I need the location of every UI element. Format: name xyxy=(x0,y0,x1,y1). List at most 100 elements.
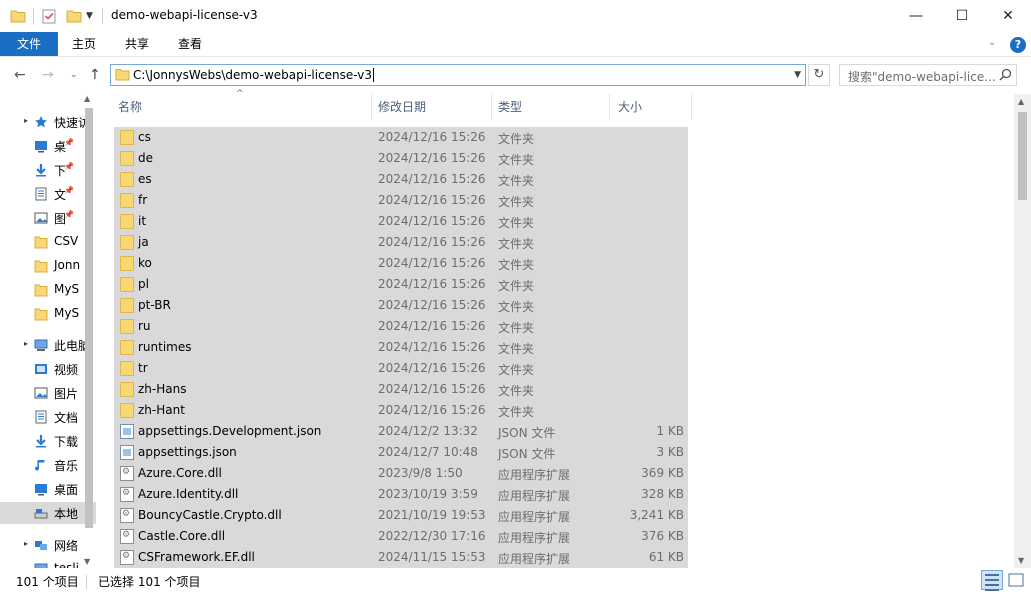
file-name: tr xyxy=(138,361,148,375)
address-history-chevron-icon[interactable]: ▼ xyxy=(794,70,801,80)
pin-icon: 📌 xyxy=(64,210,74,219)
status-bar: 101 个项目 已选择 101 个项目 xyxy=(0,570,1031,594)
minimize-button[interactable]: — xyxy=(893,0,939,32)
expand-ribbon-chevron-icon[interactable]: ⌄ xyxy=(988,37,996,48)
close-button[interactable]: ✕ xyxy=(985,0,1031,32)
file-row[interactable]: Castle.Core.dll 2022/12/30 17:16 应用程序扩展 376… xyxy=(114,526,688,547)
expand-chevron-icon[interactable]: ▸ xyxy=(24,116,28,125)
expand-chevron-icon[interactable]: ▸ xyxy=(24,539,28,548)
file-type: 文件夹 xyxy=(498,342,535,356)
scroll-down-arrow-icon[interactable]: ▼ xyxy=(1018,556,1024,565)
address-path[interactable]: C:\JonnysWebs\demo-webapi-license-v3 xyxy=(133,68,372,82)
help-icon[interactable]: ? xyxy=(1010,37,1026,53)
file-name: fr xyxy=(138,193,148,207)
properties-icon[interactable] xyxy=(42,7,56,25)
file-name: zh-Hant xyxy=(138,403,185,417)
details-view-button[interactable] xyxy=(981,570,1003,591)
file-row[interactable]: BouncyCastle.Crypto.dll 2021/10/19 19:53 应… xyxy=(114,505,688,526)
column-header-name[interactable]: 名称 xyxy=(110,94,372,120)
file-row[interactable]: Azure.Identity.dll 2023/10/19 3:59 应用程序扩展 3… xyxy=(114,484,688,505)
file-row[interactable]: cs 2024/12/16 15:26 文件夹 xyxy=(114,127,688,148)
scrollbar-thumb[interactable] xyxy=(1018,112,1027,200)
file-name: ja xyxy=(138,235,149,249)
folder-icon[interactable] xyxy=(10,7,26,25)
file-row[interactable]: ko 2024/12/16 15:26 文件夹 xyxy=(114,253,688,274)
address-bar[interactable]: C:\JonnysWebs\demo-webapi-license-v3 ▼ xyxy=(110,64,806,86)
file-row[interactable]: zh-Hant 2024/12/16 15:26 文件夹 xyxy=(114,400,688,421)
navigation-pane-scrollbar[interactable]: ▲ ▼ xyxy=(82,94,96,568)
file-size: 376 KB xyxy=(641,529,684,543)
folder-icon xyxy=(120,277,134,292)
scroll-up-arrow-icon[interactable]: ▲ xyxy=(84,94,90,103)
file-row[interactable]: es 2024/12/16 15:26 文件夹 xyxy=(114,169,688,190)
tab-home[interactable]: 主页 xyxy=(62,32,106,56)
file-type: 文件夹 xyxy=(498,405,535,419)
tab-view[interactable]: 查看 xyxy=(168,32,212,56)
customize-toolbar-chevron-icon[interactable]: ▼ xyxy=(86,7,93,25)
file-row[interactable]: appsettings.Development.json 2024/12/2 13… xyxy=(114,421,688,442)
file-row[interactable]: fr 2024/12/16 15:26 文件夹 xyxy=(114,190,688,211)
pin-icon: 📌 xyxy=(64,162,74,171)
tab-file[interactable]: 文件 xyxy=(0,32,58,56)
file-list-scrollbar[interactable]: ▲ ▼ xyxy=(1014,94,1031,568)
file-row[interactable]: pt-BR 2024/12/16 15:26 文件夹 xyxy=(114,295,688,316)
file-type: 文件夹 xyxy=(498,300,535,314)
file-type: 文件夹 xyxy=(498,216,535,230)
forward-arrow-icon[interactable]: → xyxy=(42,67,54,83)
sidebar-item-label: 音乐 xyxy=(54,459,79,473)
file-type: JSON 文件 xyxy=(498,447,556,461)
file-date: 2022/12/30 17:16 xyxy=(378,529,486,543)
file-row[interactable]: ja 2024/12/16 15:26 文件夹 xyxy=(114,232,688,253)
dll-file-icon xyxy=(120,529,134,544)
new-folder-icon[interactable] xyxy=(66,7,82,25)
column-header-date[interactable]: 修改日期 xyxy=(372,94,492,120)
expand-chevron-icon[interactable]: ▸ xyxy=(24,339,28,348)
large-icons-view-button[interactable] xyxy=(1005,570,1027,590)
file-row[interactable]: de 2024/12/16 15:26 文件夹 xyxy=(114,148,688,169)
folder-icon xyxy=(120,235,134,250)
file-date: 2024/12/16 15:26 xyxy=(378,403,486,417)
file-name: appsettings.Development.json xyxy=(138,424,322,438)
file-size: 369 KB xyxy=(641,466,684,480)
file-row[interactable]: ru 2024/12/16 15:26 文件夹 xyxy=(114,316,688,337)
selected-count: 已选择 101 个项目 xyxy=(98,575,201,589)
search-input[interactable]: 搜索"demo-webapi-lice... xyxy=(848,68,996,85)
file-row[interactable]: runtimes 2024/12/16 15:26 文件夹 xyxy=(114,337,688,358)
file-row[interactable]: CSFramework.EF.dll 2024/11/15 15:53 应用程序扩展… xyxy=(114,547,688,568)
tab-share[interactable]: 共享 xyxy=(115,32,159,56)
file-type: 文件夹 xyxy=(498,195,535,209)
sidebar-item-label: 文档 xyxy=(54,411,79,425)
column-header-size[interactable]: 大小 xyxy=(610,94,692,120)
file-row[interactable]: Azure.Core.dll 2023/9/8 1:50 应用程序扩展 369 KB xyxy=(114,463,688,484)
folder-icon xyxy=(34,307,48,321)
folder-icon xyxy=(34,259,48,273)
file-row[interactable]: tr 2024/12/16 15:26 文件夹 xyxy=(114,358,688,379)
scroll-down-arrow-icon[interactable]: ▼ xyxy=(84,557,90,566)
close-icon: ✕ xyxy=(1002,8,1014,24)
file-row[interactable]: it 2024/12/16 15:26 文件夹 xyxy=(114,211,688,232)
file-type: 文件夹 xyxy=(498,132,535,146)
refresh-button[interactable]: ↻ xyxy=(808,64,830,86)
scroll-up-arrow-icon[interactable]: ▲ xyxy=(1018,97,1024,106)
file-type: 文件夹 xyxy=(498,279,535,293)
desktop-icon xyxy=(34,482,48,496)
sidebar-item-label: CSV xyxy=(54,234,79,248)
file-name: pl xyxy=(138,277,149,291)
up-arrow-icon[interactable]: ↑ xyxy=(89,67,101,83)
recent-locations-chevron-icon[interactable]: ⌄ xyxy=(70,70,78,80)
file-row[interactable]: appsettings.json 2024/12/7 10:48 JSON 文件 3 … xyxy=(114,442,688,463)
file-name: ru xyxy=(138,319,151,333)
search-icon[interactable] xyxy=(999,68,1012,84)
file-row[interactable]: zh-Hans 2024/12/16 15:26 文件夹 xyxy=(114,379,688,400)
scrollbar-thumb[interactable] xyxy=(85,108,93,528)
file-row[interactable]: pl 2024/12/16 15:26 文件夹 xyxy=(114,274,688,295)
dll-file-icon xyxy=(120,487,134,502)
folder-icon xyxy=(120,193,134,208)
maximize-button[interactable]: ☐ xyxy=(939,0,985,32)
file-date: 2024/12/16 15:26 xyxy=(378,235,486,249)
column-header-type[interactable]: 类型 xyxy=(492,94,610,120)
search-box[interactable]: 搜索"demo-webapi-lice... xyxy=(839,64,1017,86)
back-arrow-icon[interactable]: ← xyxy=(14,67,26,83)
file-type: 应用程序扩展 xyxy=(498,489,571,503)
file-date: 2024/12/2 13:32 xyxy=(378,424,478,438)
